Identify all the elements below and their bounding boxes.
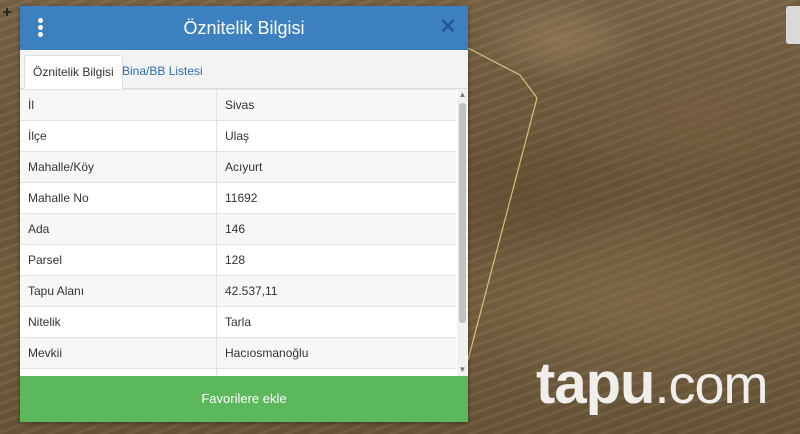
zoom-in-button[interactable]: + [0, 4, 14, 22]
attribute-value: 11692 [216, 182, 456, 214]
attribute-key: Mahalle No [20, 182, 217, 214]
attribute-value: 146 [216, 213, 456, 245]
watermark-suffix: .com [654, 355, 768, 415]
attribute-key: Zemin Tip [20, 368, 217, 376]
attribute-value: Ana Taşınmaz [216, 368, 456, 376]
attribute-value: Sivas [216, 89, 456, 121]
attribute-table: İl Sivas İlçe Ulaş Mahalle/Köy Acıyurt Mahalle… [20, 89, 456, 376]
attribute-value: Tarla [216, 306, 456, 338]
panel-title: Öznitelik Bilgisi [183, 18, 305, 38]
tab-attribute-info[interactable]: Öznitelik Bilgisi [24, 55, 123, 90]
table-row: İlçe Ulaş [20, 120, 456, 152]
table-row: Ada 146 [20, 213, 456, 245]
scroll-down-arrow-icon[interactable]: ▼ [457, 364, 468, 376]
attribute-key: Mevkii [20, 337, 217, 369]
panel-header: Öznitelik Bilgisi ✕ [20, 6, 468, 50]
table-row: Mahalle No 11692 [20, 182, 456, 214]
close-icon[interactable]: ✕ [438, 17, 458, 37]
table-row: Zemin TipAna Taşınmaz [20, 368, 456, 376]
attribute-key: Ada [20, 213, 217, 245]
tab-building-list[interactable]: Bina/BB Listesi [114, 55, 211, 88]
attribute-value: Ulaş [216, 120, 456, 152]
attribute-key: Nitelik [20, 306, 217, 338]
table-row: Tapu Alanı 42.537,11 [20, 275, 456, 307]
table-row: İl Sivas [20, 89, 456, 121]
watermark-main: tapu [536, 351, 655, 416]
add-to-favorites-button[interactable]: Favorilere ekle [20, 376, 468, 422]
table-row: Parsel 128 [20, 244, 456, 276]
table-row: Mevkii Hacıosmanoğlu [20, 337, 456, 369]
attribute-key: Parsel [20, 244, 217, 276]
attribute-value: Acıyurt [216, 151, 456, 183]
attribute-info-panel: Öznitelik Bilgisi ✕ Öznitelik Bilgisi Bi… [20, 6, 468, 422]
attribute-key: Tapu Alanı [20, 275, 217, 307]
table-row: Nitelik Tarla [20, 306, 456, 338]
attribute-key: Mahalle/Köy [20, 151, 217, 183]
table-row: Mahalle/Köy Acıyurt [20, 151, 456, 183]
map-side-control[interactable] [786, 6, 800, 44]
tab-bar: Öznitelik Bilgisi Bina/BB Listesi [20, 50, 468, 90]
attribute-value: 128 [216, 244, 456, 276]
attribute-value: 42.537,11 [216, 275, 456, 307]
scroll-up-arrow-icon[interactable]: ▲ [457, 89, 468, 101]
table-scrollbar[interactable]: ▲ ▼ [457, 89, 468, 376]
tapu-watermark: tapu.com [536, 350, 768, 417]
attribute-key: İlçe [20, 120, 217, 152]
attribute-value: Hacıosmanoğlu [216, 337, 456, 369]
attribute-key: İl [20, 89, 217, 121]
scroll-thumb[interactable] [459, 103, 466, 323]
